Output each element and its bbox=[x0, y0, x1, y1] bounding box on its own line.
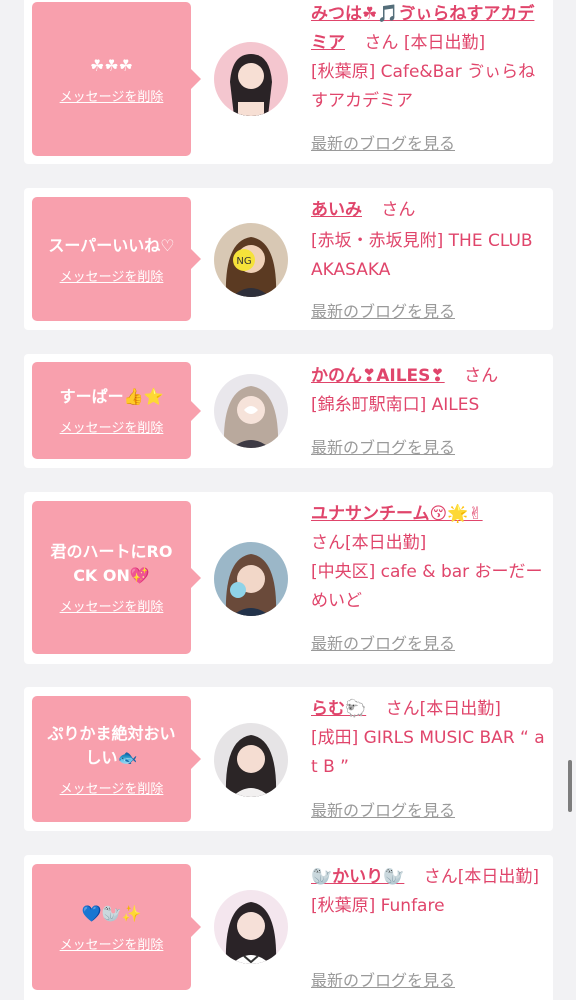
shop-info: [赤坂・赤坂見附] THE CLUB AKASAKA bbox=[311, 231, 533, 280]
latest-blog-link[interactable]: 最新のブログを見る bbox=[311, 130, 455, 154]
attendance-badge: [本日出勤] bbox=[345, 533, 427, 553]
honorific-suffix: さん bbox=[311, 533, 345, 553]
cast-avatar[interactable] bbox=[214, 374, 288, 448]
cast-name-link[interactable]: あいみ bbox=[311, 200, 362, 220]
message-bubble: 君のハートにROCK ON💖 メッセージを削除 bbox=[32, 501, 201, 654]
delete-message-link[interactable]: メッセージを削除 bbox=[60, 266, 164, 285]
cast-info: 🦭かいり🦭 さん[本日出勤] [秋葉原] Funfare bbox=[311, 863, 547, 921]
cast-info: あいみ さん [赤坂・赤坂見附] THE CLUB AKASAKA bbox=[311, 196, 547, 285]
delete-message-link[interactable]: メッセージを削除 bbox=[60, 86, 164, 105]
message-text: 君のハートにROCK ON💖 bbox=[50, 542, 173, 585]
message-bubble: すーぱー👍⭐ メッセージを削除 bbox=[32, 362, 201, 459]
honorific-suffix: さん bbox=[381, 200, 416, 220]
message-bubble: ☘☘☘ メッセージを削除 bbox=[32, 2, 201, 156]
cast-name-link[interactable]: らむ🐑 bbox=[311, 699, 366, 719]
message-text: ぷりかま絶対おいしい🐟 bbox=[47, 723, 176, 767]
message-card: ☘☘☘ メッセージを削除 みつは☘🎵ゔぃらねすアカデミア さん [本日出勤] [… bbox=[24, 0, 553, 164]
honorific-suffix: さん bbox=[385, 699, 420, 719]
cast-info: みつは☘🎵ゔぃらねすアカデミア さん [本日出勤] [秋葉原] Cafe&Bar… bbox=[311, 0, 547, 116]
delete-message-link[interactable]: メッセージを削除 bbox=[60, 778, 164, 797]
message-card: スーパーいいね♡ メッセージを削除 NG あいみ さん [赤坂・赤坂見附] TH… bbox=[24, 188, 553, 330]
shop-info: [中央区] cafe & bar おーだーめいど bbox=[311, 562, 543, 611]
cast-info: かのん❣AILES❣ さん [錦糸町駅南口] AILES bbox=[311, 362, 547, 420]
latest-blog-link[interactable]: 最新のブログを見る bbox=[311, 434, 455, 458]
cast-avatar[interactable] bbox=[214, 723, 288, 797]
shop-info: [錦糸町駅南口] AILES bbox=[311, 395, 480, 415]
delete-message-link[interactable]: メッセージを削除 bbox=[60, 934, 164, 953]
message-card: 💙🦭✨ メッセージを削除 🦭かいり🦭 さん[本日出勤] [秋葉原] Funfar… bbox=[24, 855, 553, 1000]
cast-info: ユナサンチーム😚🌟✌ さん[本日出勤] [中央区] cafe & bar おーだ… bbox=[311, 500, 547, 616]
delete-message-link[interactable]: メッセージを削除 bbox=[60, 417, 164, 436]
attendance-badge: [本日出勤] bbox=[403, 33, 486, 53]
shop-info: [成田] GIRLS MUSIC BAR “ at B ” bbox=[311, 728, 545, 777]
message-feed: ☘☘☘ メッセージを削除 みつは☘🎵ゔぃらねすアカデミア さん [本日出勤] [… bbox=[0, 0, 576, 1000]
honorific-suffix: さん bbox=[364, 33, 399, 53]
message-card: すーぱー👍⭐ メッセージを削除 かのん❣AILES❣ さん [錦糸町駅南口] A… bbox=[24, 354, 553, 468]
message-card: ぷりかま絶対おいしい🐟 メッセージを削除 らむ🐑 さん[本日出勤] [成田] G… bbox=[24, 687, 553, 831]
cast-info: らむ🐑 さん[本日出勤] [成田] GIRLS MUSIC BAR “ at B… bbox=[311, 695, 547, 782]
message-text: スーパーいいね♡ bbox=[48, 235, 175, 255]
scrollbar-thumb[interactable] bbox=[568, 760, 572, 812]
latest-blog-link[interactable]: 最新のブログを見る bbox=[311, 298, 455, 322]
cast-avatar[interactable] bbox=[214, 42, 288, 116]
latest-blog-link[interactable]: 最新のブログを見る bbox=[311, 967, 455, 991]
shop-info: [秋葉原] Cafe&Bar ゔぃらねすアカデミア bbox=[311, 62, 536, 111]
latest-blog-link[interactable]: 最新のブログを見る bbox=[311, 797, 455, 821]
honorific-suffix: さん bbox=[464, 366, 499, 386]
cast-avatar[interactable] bbox=[214, 890, 288, 964]
message-bubble: スーパーいいね♡ メッセージを削除 bbox=[32, 197, 201, 321]
svg-text:NG: NG bbox=[236, 256, 251, 267]
message-text: 💙🦭✨ bbox=[81, 903, 142, 923]
honorific-suffix: さん bbox=[423, 867, 458, 887]
attendance-badge: [本日出勤] bbox=[419, 699, 501, 719]
cast-name-link[interactable]: 🦭かいり🦭 bbox=[311, 867, 404, 887]
cast-name-link[interactable]: ユナサンチーム😚🌟✌ bbox=[311, 504, 483, 524]
message-text: すーぱー👍⭐ bbox=[59, 387, 164, 406]
delete-message-link[interactable]: メッセージを削除 bbox=[60, 596, 164, 615]
latest-blog-link[interactable]: 最新のブログを見る bbox=[311, 630, 455, 654]
attendance-badge: [本日出勤] bbox=[457, 867, 540, 887]
message-card: 君のハートにROCK ON💖 メッセージを削除 ユナサンチーム😚🌟✌ さん[本日… bbox=[24, 492, 553, 664]
shop-info: [秋葉原] Funfare bbox=[311, 896, 445, 916]
message-bubble: 💙🦭✨ メッセージを削除 bbox=[32, 864, 201, 990]
cast-avatar[interactable] bbox=[214, 542, 288, 616]
cast-avatar[interactable]: NG bbox=[214, 223, 288, 297]
message-text: ☘☘☘ bbox=[89, 55, 134, 75]
cast-name-link[interactable]: かのん❣AILES❣ bbox=[311, 366, 445, 386]
message-bubble: ぷりかま絶対おいしい🐟 メッセージを削除 bbox=[32, 696, 201, 822]
